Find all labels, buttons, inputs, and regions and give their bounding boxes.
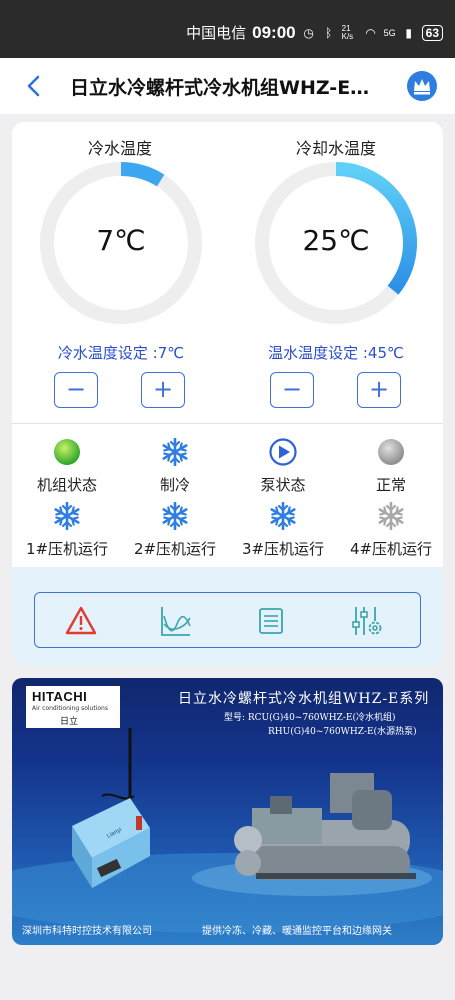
signal-icon: ▮	[405, 25, 412, 40]
warm-decrease-button[interactable]: −	[270, 372, 314, 408]
status-bar-content: 中国电信 09:00 ◷ ᛒ 21 K/s ◠ 5G ▮ 63	[186, 22, 443, 43]
status-label: 制冷	[159, 476, 190, 494]
nav-bar: 日立水冷螺杆式冷水机组WHZ-E系列	[0, 58, 455, 114]
snowflake-gray-icon	[378, 501, 404, 531]
settings-sliders-icon[interactable]	[349, 604, 383, 638]
unit-status: 机组状态	[12, 438, 122, 495]
net-speed: 21 K/s	[341, 23, 354, 41]
battery-indicator: 63	[421, 24, 443, 41]
page-title: 日立水冷螺杆式冷水机组WHZ-E系列	[70, 77, 380, 99]
carrier-label: 中国电信	[186, 25, 247, 42]
fault-status: 正常	[336, 438, 443, 495]
status-bar: 中国电信 09:00 ◷ ᛒ 21 K/s ◠ 5G ▮ 63	[0, 0, 455, 58]
compressor-3-status: 3#压机运行	[228, 501, 338, 559]
cooling-water-temp-title: 冷却水温度	[295, 139, 376, 158]
banner-slogan: 提供冷冻、冷藏、暖通监控平台和边缘网关	[202, 926, 392, 937]
hitachi-logo: HITACHI Air conditioning solutions 日立	[26, 686, 120, 728]
snowflake-icon	[54, 501, 80, 531]
banner-company: 深圳市科特时控技术有限公司	[22, 926, 152, 937]
pump-status: 泵状态	[228, 438, 338, 495]
compressor-2-status: 2#压机运行	[120, 501, 230, 559]
chilled-increase-button[interactable]: +	[141, 372, 185, 408]
clock-time: 09:00	[252, 22, 296, 42]
list-icon[interactable]	[254, 604, 288, 638]
status-label: 3#压机运行	[241, 540, 325, 558]
status-label: 泵状态	[260, 476, 306, 494]
logo-subtitle: Air conditioning solutions	[32, 705, 108, 712]
compressor-4-status: 4#压机运行	[336, 501, 443, 559]
banner-model-line1: 型号: RCU(G)40~760WHZ-E(冷水机组)	[224, 713, 396, 723]
logo-chinese: 日立	[60, 717, 79, 727]
gray-status-dot-icon	[378, 439, 404, 465]
chilled-decrease-button[interactable]: −	[54, 372, 98, 408]
chilled-water-setpoint: 冷水温度设定 :7℃	[57, 344, 185, 362]
product-banner[interactable]: Lianyi HITACHI Air conditioning solution…	[12, 678, 443, 945]
snowflake-icon	[270, 501, 296, 531]
back-arrow-icon[interactable]	[22, 74, 46, 98]
cooling-mode-status: 制冷	[120, 437, 230, 495]
banner-model-line2: RHU(G)40~760WHZ-E(水源热泵)	[268, 727, 417, 737]
green-status-dot-icon	[54, 439, 80, 465]
network-type: 5G	[383, 27, 396, 38]
warm-increase-button[interactable]: +	[357, 372, 401, 408]
chilled-water-temp-value: 7℃	[96, 224, 146, 257]
status-label: 4#压机运行	[349, 540, 433, 558]
snowflake-icon	[162, 437, 188, 467]
alarm-icon[interactable]	[64, 604, 98, 638]
crown-icon	[414, 79, 430, 95]
cooling-water-temp-value: 25℃	[302, 224, 370, 257]
status-label: 正常	[375, 476, 406, 494]
banner-title: 日立水冷螺杆式冷水机组WHZ-E系列	[178, 691, 430, 707]
chilled-gauge-arc	[120, 162, 165, 187]
function-toolbar	[34, 592, 421, 648]
wifi-icon: ◠	[365, 25, 376, 40]
control-panel: 冷水温度 7℃ 冷水温度设定 :7℃ − + 冷却水温度 25℃ 温水温度设定 …	[12, 122, 443, 666]
play-circle-icon	[269, 438, 297, 466]
logo-brand: HITACHI	[32, 689, 88, 704]
snowflake-icon	[162, 501, 188, 531]
bluetooth-icon: ᛒ	[325, 25, 333, 40]
chilled-water-temp-title: 冷水温度	[87, 139, 152, 158]
status-label: 2#压机运行	[133, 540, 217, 558]
section-divider	[12, 423, 443, 424]
status-label: 1#压机运行	[25, 540, 109, 558]
alarm-clock-icon: ◷	[303, 25, 314, 40]
status-label: 机组状态	[36, 476, 97, 494]
warm-water-setpoint: 温水温度设定 :45℃	[268, 344, 404, 362]
trend-chart-icon[interactable]	[159, 604, 193, 638]
compressor-1-status: 1#压机运行	[12, 501, 122, 559]
vip-button[interactable]	[407, 71, 437, 101]
